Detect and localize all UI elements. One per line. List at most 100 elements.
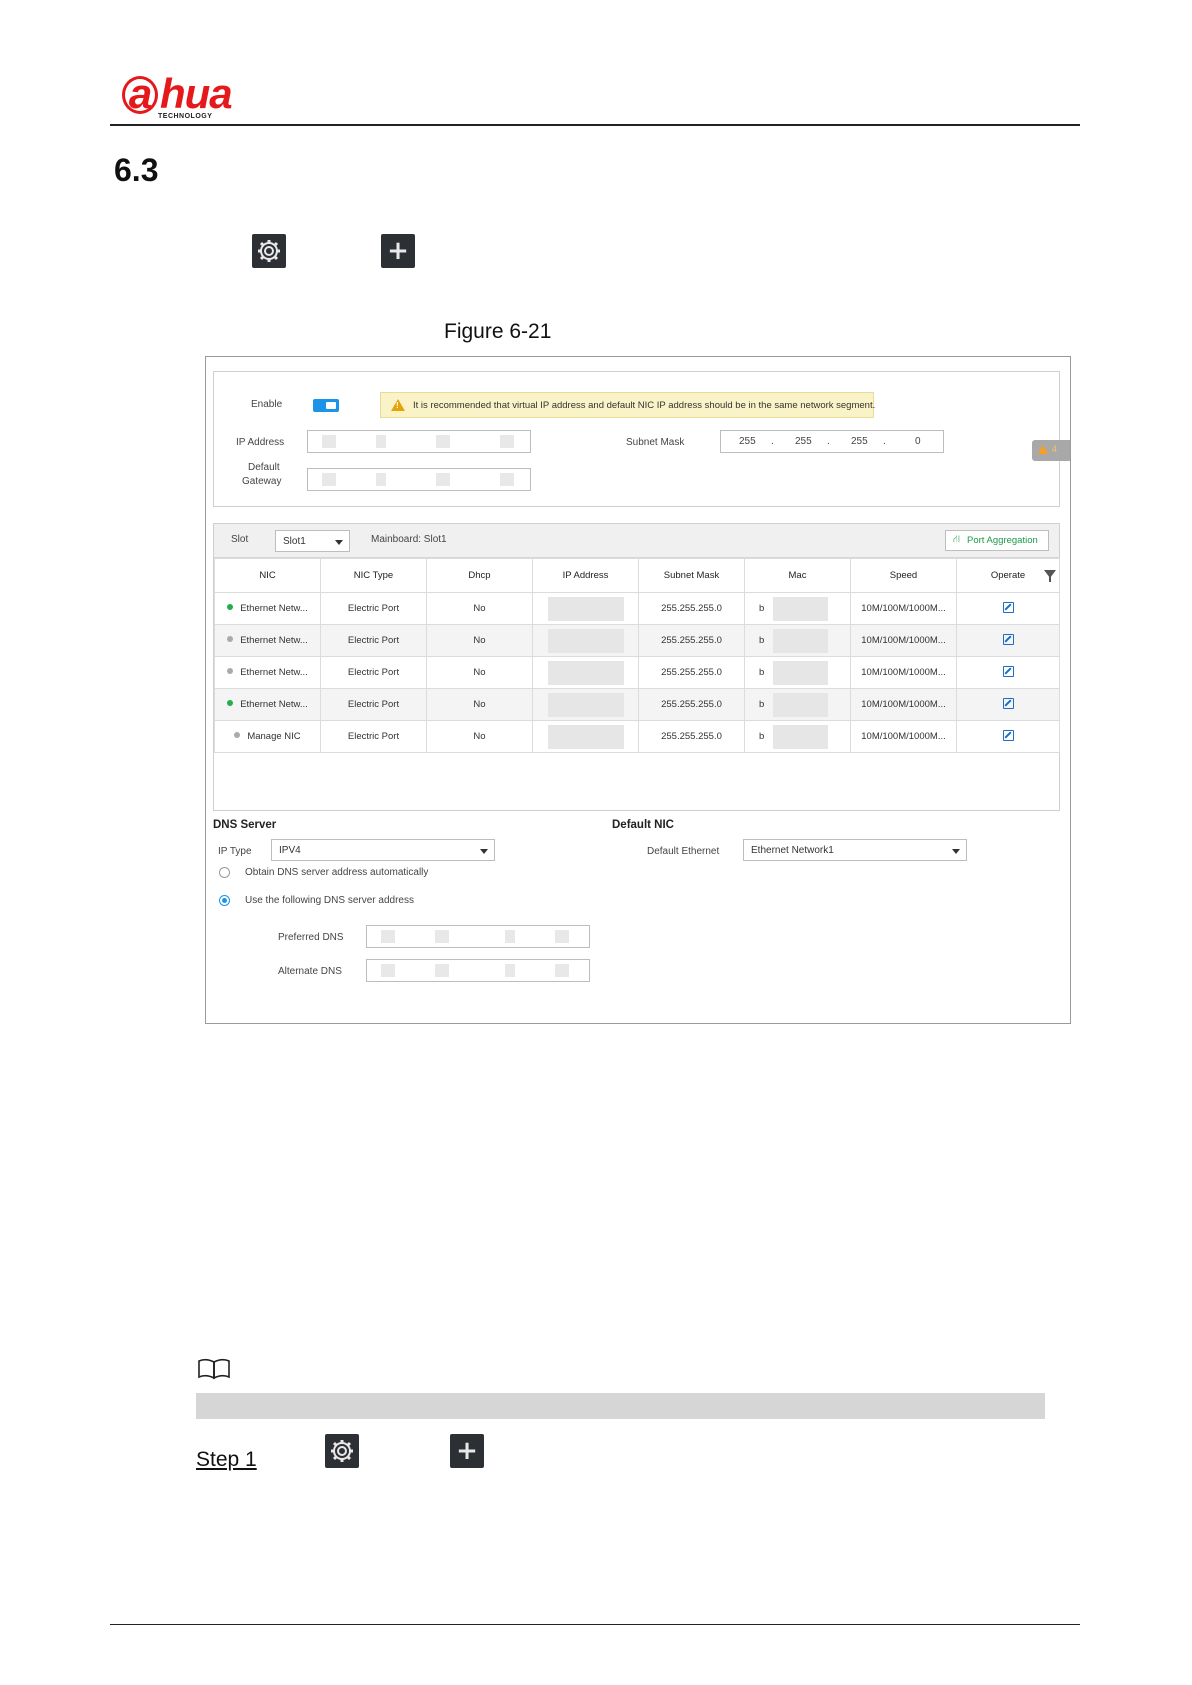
mask-octet: 255 bbox=[739, 436, 756, 447]
table-header: NIC NIC Type Dhcp IP Address Subnet Mask… bbox=[214, 558, 1060, 593]
slot-label: Slot bbox=[231, 534, 249, 545]
redacted-block bbox=[500, 435, 514, 448]
redacted-block bbox=[505, 964, 515, 977]
ip-cell bbox=[532, 688, 639, 721]
ip-address-input[interactable] bbox=[307, 430, 531, 453]
enable-toggle[interactable] bbox=[313, 399, 339, 412]
redacted-block bbox=[500, 473, 514, 486]
redacted-block bbox=[435, 964, 449, 977]
redacted-block bbox=[773, 597, 828, 621]
alarm-count: 4 bbox=[1052, 444, 1058, 454]
redacted-block bbox=[548, 629, 624, 653]
mac-cell: b bbox=[744, 656, 851, 689]
book-icon bbox=[196, 1358, 232, 1380]
gateway-label: Default bbox=[248, 462, 280, 473]
ip-cell bbox=[532, 592, 639, 625]
column-header[interactable]: Dhcp bbox=[426, 558, 533, 593]
redacted-block bbox=[505, 930, 515, 943]
nic-table: NIC NIC Type Dhcp IP Address Subnet Mask… bbox=[214, 558, 1060, 753]
default-ethernet-select[interactable]: Ethernet Network1 bbox=[743, 839, 967, 861]
preferred-dns-input[interactable] bbox=[366, 925, 590, 948]
slot-select[interactable]: Slot1 bbox=[275, 530, 350, 552]
dns-manual-label: Use the following DNS server address bbox=[245, 895, 414, 906]
nic-cell: Ethernet Netw... bbox=[214, 656, 321, 689]
status-dot bbox=[227, 700, 234, 706]
figure-caption: Figure 6-21 bbox=[444, 320, 552, 343]
mac-cell: b bbox=[744, 688, 851, 721]
nic-cell: Ethernet Netw... bbox=[214, 688, 321, 721]
edit-icon[interactable] bbox=[1002, 697, 1014, 709]
dhcp-cell: No bbox=[426, 592, 533, 625]
column-header[interactable]: IP Address bbox=[532, 558, 639, 593]
column-header[interactable]: Mac bbox=[744, 558, 851, 593]
nic-type-cell: Electric Port bbox=[320, 688, 427, 721]
enable-label: Enable bbox=[251, 399, 283, 410]
operate-cell bbox=[956, 688, 1060, 721]
ip-type-select[interactable]: IPV4 bbox=[271, 839, 495, 861]
mask-cell: 255.255.255.0 bbox=[638, 656, 745, 689]
alternate-dns-input[interactable] bbox=[366, 959, 590, 982]
mask-dot: . bbox=[827, 436, 830, 447]
redacted-block bbox=[322, 473, 336, 486]
mask-dot: . bbox=[771, 436, 774, 447]
redacted-block bbox=[773, 629, 828, 653]
redacted-block bbox=[436, 473, 450, 486]
column-header-operate: Operate bbox=[956, 558, 1060, 593]
column-header[interactable]: NIC Type bbox=[320, 558, 427, 593]
virtual-ip-panel: Enable ! It is recommended that virtual … bbox=[213, 371, 1060, 507]
warning-text: It is recommended that virtual IP addres… bbox=[413, 400, 876, 411]
edit-icon[interactable] bbox=[1002, 633, 1014, 645]
table-row[interactable]: Ethernet Netw... Electric Port No 255.255.2… bbox=[214, 592, 1060, 625]
gateway-input[interactable] bbox=[307, 468, 531, 491]
column-header[interactable]: NIC bbox=[214, 558, 321, 593]
table-row[interactable]: Ethernet Netw... Electric Port No 255.255.2… bbox=[214, 656, 1060, 689]
subnet-mask-input[interactable]: 255 . 255 . 255 . 0 bbox=[720, 430, 944, 453]
alternate-dns-label: Alternate DNS bbox=[278, 966, 342, 977]
status-dot bbox=[227, 668, 234, 674]
nic-cell: Ethernet Netw... bbox=[214, 592, 321, 625]
gateway-label: Gateway bbox=[242, 476, 282, 487]
chevron-down-icon bbox=[952, 849, 960, 854]
company-logo: a hua TECHNOLOGY bbox=[122, 70, 262, 120]
filter-icon[interactable] bbox=[1044, 570, 1056, 582]
redacted-block bbox=[376, 435, 386, 448]
network-tree-icon: ⛙ bbox=[953, 534, 961, 545]
default-ethernet-label: Default Ethernet bbox=[647, 846, 720, 857]
edit-icon[interactable] bbox=[1002, 665, 1014, 677]
status-dot bbox=[227, 636, 234, 642]
redacted-block bbox=[548, 661, 624, 685]
redacted-block bbox=[548, 725, 624, 749]
redacted-block bbox=[773, 661, 828, 685]
table-row[interactable]: Ethernet Netw... Electric Port No 255.255.2… bbox=[214, 688, 1060, 721]
status-dot bbox=[234, 732, 241, 738]
logo-wordmark: a hua bbox=[122, 70, 233, 118]
plus-icon: + bbox=[381, 234, 415, 268]
speed-cell: 10M/100M/1000M... bbox=[850, 720, 957, 753]
step-label: Step 1 bbox=[196, 1448, 257, 1471]
column-header[interactable]: Speed bbox=[850, 558, 957, 593]
mac-cell: b bbox=[744, 720, 851, 753]
mask-cell: 255.255.255.0 bbox=[638, 624, 745, 657]
table-row[interactable]: Ethernet Netw... Electric Port No 255.255.2… bbox=[214, 624, 1060, 657]
warning-banner: ! It is recommended that virtual IP addr… bbox=[380, 392, 876, 418]
redacted-block bbox=[436, 435, 450, 448]
nic-cell: Ethernet Netw... bbox=[214, 624, 321, 657]
dns-manual-radio[interactable] bbox=[219, 895, 230, 906]
table-row[interactable]: Manage NIC Electric Port No 255.255.255.0 b 1… bbox=[214, 720, 1060, 753]
edit-icon[interactable] bbox=[1002, 601, 1014, 613]
speed-cell: 10M/100M/1000M... bbox=[850, 624, 957, 657]
mainboard-label: Mainboard: Slot1 bbox=[371, 534, 447, 545]
toggle-knob bbox=[326, 402, 336, 409]
port-aggregation-button[interactable]: ⛙ Port Aggregation bbox=[945, 530, 1049, 551]
edit-icon[interactable] bbox=[1002, 729, 1014, 741]
gear-icon bbox=[325, 1434, 359, 1468]
redacted-block bbox=[435, 930, 449, 943]
column-header[interactable]: Subnet Mask bbox=[638, 558, 745, 593]
nic-type-cell: Electric Port bbox=[320, 624, 427, 657]
dns-auto-radio[interactable] bbox=[219, 867, 230, 878]
subnet-mask-label: Subnet Mask bbox=[626, 437, 685, 448]
chevron-down-icon bbox=[335, 540, 343, 545]
nic-cell: Manage NIC bbox=[214, 720, 321, 753]
mask-octet: 0 bbox=[915, 436, 921, 447]
alarm-side-tab[interactable]: 4 bbox=[1032, 440, 1070, 461]
